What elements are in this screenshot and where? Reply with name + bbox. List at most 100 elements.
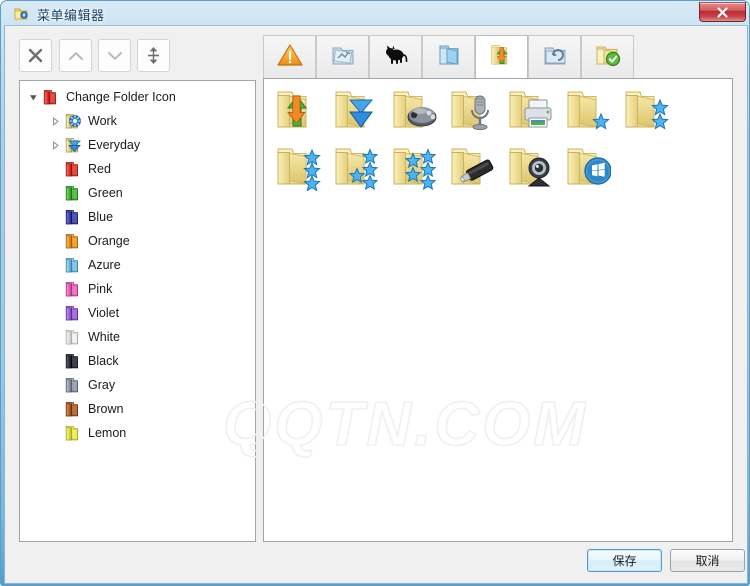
tree-item-brown[interactable]: Brown [20, 397, 255, 421]
tree-item-label: Lemon [88, 426, 127, 440]
application-window: 菜单编辑器 Change Folder Icon Work Everyday R… [0, 0, 750, 586]
close-x-icon [28, 48, 43, 63]
folder-webcam-icon[interactable] [505, 143, 553, 191]
tree-item-label: Black [88, 354, 119, 368]
tree-item-label: Red [88, 162, 111, 176]
tree-item-label: Brown [88, 402, 124, 416]
window-title: 菜单编辑器 [37, 8, 105, 23]
chevron-up-icon [68, 51, 83, 60]
tab-undo[interactable] [528, 35, 581, 79]
tree-item-green[interactable]: Green [20, 181, 255, 205]
tab-transfer[interactable] [475, 35, 528, 79]
folder-lightblue-icon [436, 43, 462, 72]
tab-lightblue[interactable] [422, 35, 475, 79]
move-down-button[interactable] [98, 39, 131, 72]
expander-placeholder [48, 205, 62, 229]
title-bar[interactable]: 菜单编辑器 [1, 1, 750, 27]
save-button[interactable]: 保存 [587, 549, 662, 572]
folder-icon [62, 399, 82, 419]
folder-icon [62, 207, 82, 227]
tree-item-everyday[interactable]: Everyday [20, 133, 255, 157]
tree-item-red[interactable]: Red [20, 157, 255, 181]
tree-item-label: Azure [88, 258, 121, 272]
app-folder-icon [13, 6, 29, 22]
tree-item-label: Change Folder Icon [66, 90, 176, 104]
expander-toggle[interactable] [26, 85, 40, 109]
folder-star3-icon[interactable] [273, 143, 321, 192]
expander-collapsed-icon [52, 140, 59, 150]
tree-item-label: Orange [88, 234, 130, 248]
expander-placeholder [48, 373, 62, 397]
folder-star5-icon[interactable] [389, 143, 437, 191]
folder-star4-icon[interactable] [331, 143, 379, 191]
expander-toggle[interactable] [48, 109, 62, 133]
expander-expanded-icon [29, 94, 37, 100]
tree-item-label: Violet [88, 306, 120, 320]
tab-check[interactable] [581, 35, 634, 79]
expander-collapsed-icon [52, 116, 59, 126]
expander-placeholder [48, 229, 62, 253]
tree-item-label: Everyday [88, 138, 141, 152]
tree-item-gray[interactable]: Gray [20, 373, 255, 397]
icon-gallery-panel[interactable] [263, 78, 733, 542]
warning-triangle-icon [276, 43, 303, 72]
folder-star1-icon[interactable] [563, 86, 611, 134]
folder-transfer-icon [488, 42, 516, 73]
tree-item-label: Green [88, 186, 123, 200]
expander-placeholder [48, 397, 62, 421]
tree-item-orange[interactable]: Orange [20, 229, 255, 253]
expander-toggle[interactable] [48, 133, 62, 157]
separator-button[interactable] [137, 39, 170, 72]
tab-warning[interactable] [263, 35, 316, 79]
expander-placeholder [48, 421, 62, 445]
tree-item-work[interactable]: Work [20, 109, 255, 133]
tab-blue-folder[interactable] [316, 35, 369, 79]
expander-placeholder [48, 325, 62, 349]
icon-category-tabs[interactable] [263, 35, 733, 79]
folder-check-icon [595, 43, 621, 72]
folder-blue-scribble-icon [330, 43, 356, 72]
folder-usb-icon[interactable] [447, 143, 495, 191]
folder-printer-icon[interactable] [505, 86, 553, 134]
cancel-button[interactable]: 取消 [670, 549, 745, 572]
tab-animal[interactable] [369, 35, 422, 79]
tree-item-label: Work [88, 114, 117, 128]
expander-placeholder [48, 157, 62, 181]
tree-item-label: Gray [88, 378, 116, 392]
expander-placeholder [48, 277, 62, 301]
folder-star2-icon[interactable] [621, 86, 669, 134]
tree-item-label: Pink [88, 282, 113, 296]
folder-icon [62, 255, 82, 275]
delete-button[interactable] [19, 39, 52, 72]
tree-item-azure[interactable]: Azure [20, 253, 255, 277]
tree-item-black[interactable]: Black [20, 349, 255, 373]
folder-audio-icon[interactable] [447, 86, 495, 134]
tree-item-pink[interactable]: Pink [20, 277, 255, 301]
expander-placeholder [48, 253, 62, 277]
folder-icon [62, 303, 82, 323]
folder-icon [62, 279, 82, 299]
folder-windows-icon[interactable] [563, 143, 612, 191]
close-icon [717, 6, 728, 18]
move-up-button[interactable] [59, 39, 92, 72]
expander-placeholder [48, 301, 62, 325]
tree-item-white[interactable]: White [20, 325, 255, 349]
expander-placeholder [48, 181, 62, 205]
folder-games-icon[interactable] [389, 86, 437, 134]
tree-item-blue[interactable]: Blue [20, 205, 255, 229]
tree-item-change-folder-icon[interactable]: Change Folder Icon [20, 85, 255, 109]
tree-item-label: White [88, 330, 120, 344]
updown-arrows-icon [148, 47, 159, 64]
folder-download-icon [62, 135, 82, 155]
folder-icon [62, 351, 82, 371]
folder-gear-icon [62, 111, 82, 131]
black-cat-icon [383, 43, 409, 72]
close-button[interactable] [699, 2, 746, 22]
folder-download-icon[interactable] [331, 86, 379, 134]
tree-item-violet[interactable]: Violet [20, 301, 255, 325]
tree-item-lemon[interactable]: Lemon [20, 421, 255, 445]
folder-transfer-icon[interactable] [273, 86, 321, 134]
folder-undo-icon [542, 43, 568, 72]
chevron-down-icon [107, 51, 122, 60]
folder-tree-panel[interactable]: Change Folder Icon Work Everyday Red Gre… [19, 80, 256, 542]
